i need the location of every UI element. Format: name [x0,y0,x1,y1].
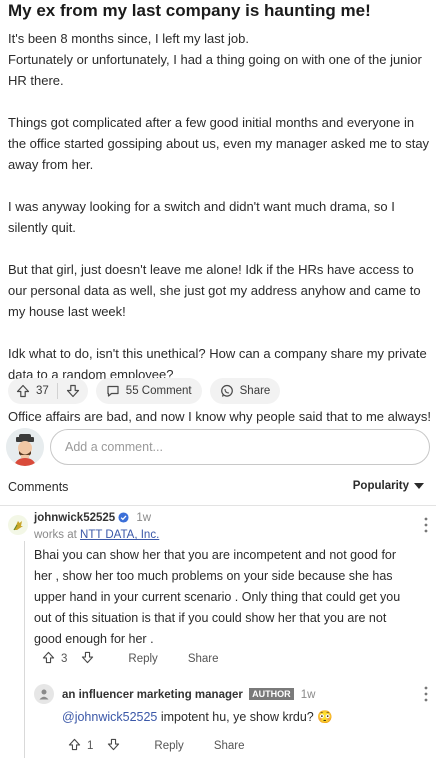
share-button-label: Share [239,385,271,397]
user-avatar [6,428,44,466]
post-paragraph: But that girl, just doesn't leave me alo… [8,262,421,319]
divider [0,505,436,506]
works-at-label: works at [34,529,77,541]
author-badge: AUTHOR [249,688,294,700]
reply-upvote-count: 1 [87,740,94,752]
reply-share-button[interactable]: Share [214,740,245,752]
comment-line: her , show her too much problems on your… [34,569,393,583]
mention-link[interactable]: @johnwick52525 [62,710,157,724]
company-link[interactable]: NTT DATA, Inc. [80,529,159,541]
post-paragraph: I was anyway looking for a switch and di… [8,199,395,235]
reply-time: 1w [300,689,316,701]
post-action-row: 37 55 Comment Share [8,378,281,404]
comment-meta: johnwick52525 1w works at NTT DATA, Inc. [34,511,159,543]
comment-author[interactable]: johnwick52525 [34,512,115,524]
downvote-icon[interactable] [66,384,80,398]
post: My ex from my last company is haunting m… [8,0,432,427]
comment-button[interactable]: 55 Comment [95,378,202,404]
comment-line: out of this situation is that if you cou… [34,611,387,625]
reply-reply-button[interactable]: Reply [154,740,183,752]
comment-line: Bhai you can show her that you are incom… [34,548,397,562]
post-paragraph: Things got complicated after a few good … [8,115,430,172]
comment-vote: 3 [42,651,94,667]
comment-share-button[interactable]: Share [188,653,219,665]
share-button[interactable]: Share [209,378,281,404]
comment-input[interactable] [50,429,430,465]
reply-text: impotent hu, ye show krdu? [157,710,314,724]
sort-dropdown[interactable]: Popularity [353,480,424,492]
reply-vote: 1 [68,738,120,754]
comment-more-icon[interactable] [424,517,428,538]
comment-upvote-count: 3 [61,653,68,665]
downvote-icon[interactable] [107,738,120,754]
vote-divider [56,383,58,399]
whatsapp-icon [220,384,234,398]
comments-title: Comments [8,480,69,494]
comment-icon [106,384,120,398]
commenter-avatar[interactable] [8,515,28,535]
comment-line: upper hand in your current scenario . On… [34,590,401,604]
flushed-emoji-icon: 😳 [317,710,333,724]
vote-pill: 37 [8,378,88,404]
upvote-icon[interactable] [68,738,81,754]
sort-label: Popularity [352,480,409,492]
reply-meta: an influencer marketing manager AUTHOR 1… [62,688,315,701]
post-paragraph: Office affairs are bad, and now I know w… [8,409,431,424]
reply-body: @johnwick52525 impotent hu, ye show krdu… [62,710,333,725]
reply-button[interactable]: Reply [128,653,157,665]
comment-actions: 3 Reply Share [42,651,219,667]
upvote-count: 37 [36,385,49,397]
post-body: It's been 8 months since, I left my last… [8,28,432,427]
caret-down-icon [414,480,424,492]
thread-line [24,541,25,758]
add-comment-row [6,428,430,468]
post-title: My ex from my last company is haunting m… [8,1,371,20]
comments-header: Comments Popularity [8,480,428,496]
post-paragraph: Fortunately or unfortunately, I had a th… [8,52,422,88]
comment-line: good enough for her . [34,632,154,646]
reply-author[interactable]: an influencer marketing manager [62,689,243,701]
verified-icon [118,512,129,528]
comment-time: 1w [136,512,152,524]
reply-avatar[interactable] [34,684,54,704]
comment-button-label: 55 Comment [125,385,192,397]
reply-more-icon[interactable] [424,686,428,707]
comment-body: Bhai you can show her that you are incom… [34,545,418,650]
post-paragraph: It's been 8 months since, I left my last… [8,31,249,46]
downvote-icon[interactable] [81,651,94,667]
upvote-icon[interactable] [16,384,30,398]
upvote-icon[interactable] [42,651,55,667]
reply-actions: 1 Reply Share [68,738,245,754]
